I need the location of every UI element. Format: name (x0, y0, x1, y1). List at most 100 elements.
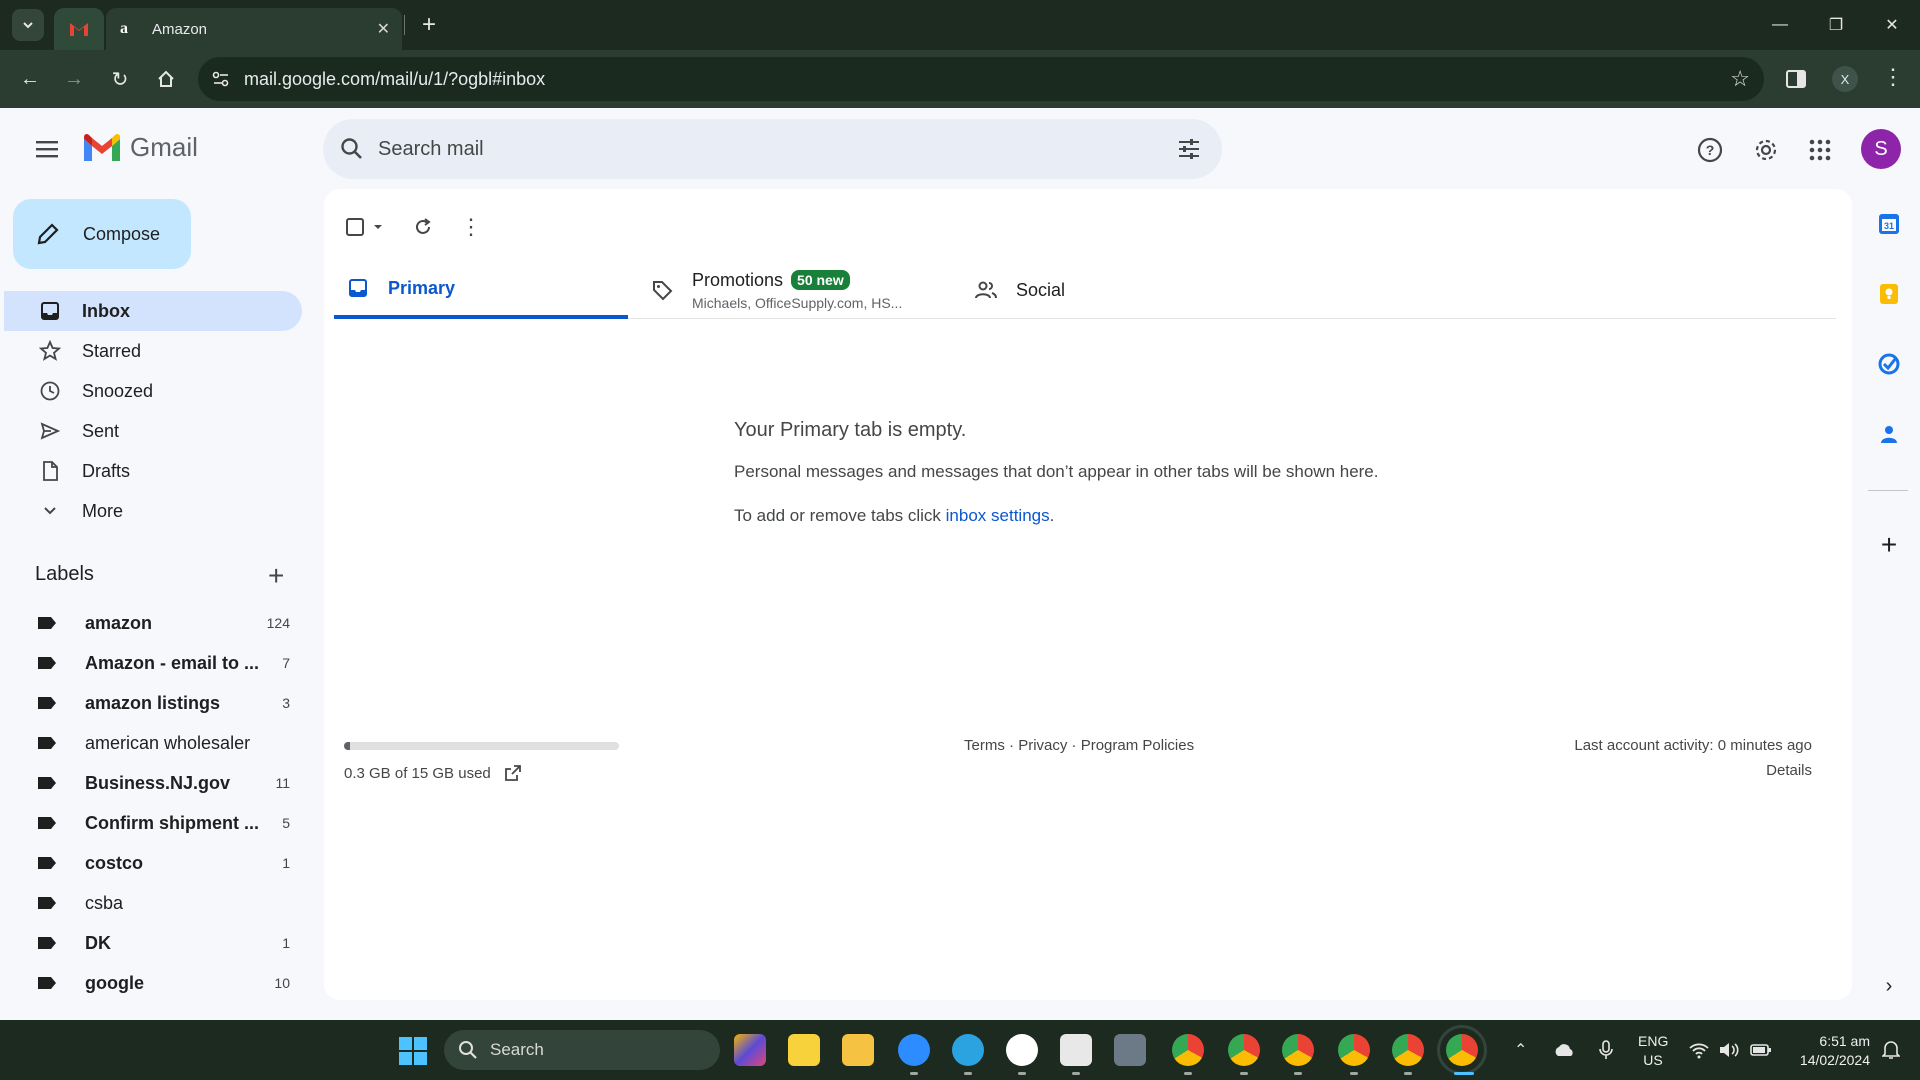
search-options-icon[interactable] (1176, 136, 1202, 162)
label-item[interactable]: Confirm shipment ... 5 (36, 805, 290, 841)
chevron-down-icon (23, 22, 33, 29)
inbox-icon (38, 299, 62, 323)
account-avatar[interactable]: S (1861, 129, 1901, 169)
volume-icon[interactable] (1718, 1020, 1740, 1080)
open-external-icon[interactable] (503, 763, 523, 783)
gmail-logo[interactable]: Gmail (82, 132, 198, 163)
chrome-app-icon[interactable] (1282, 1034, 1314, 1066)
close-tab-icon[interactable]: ✕ (377, 19, 390, 39)
label-item[interactable]: costco 1 (36, 845, 290, 881)
select-checkbox[interactable] (344, 216, 366, 238)
search-bar[interactable]: Search mail (323, 119, 1222, 179)
taskbar-search[interactable]: Search (444, 1030, 720, 1070)
storage-meter (344, 742, 619, 750)
tab-search-button[interactable] (12, 9, 44, 41)
program-policies-link[interactable]: Program Policies (1081, 737, 1194, 754)
search-icon[interactable] (339, 136, 365, 162)
language-indicator[interactable]: ENG US (1638, 1032, 1668, 1070)
site-settings-icon[interactable] (210, 68, 232, 90)
back-button[interactable]: ← (14, 63, 46, 95)
bookmark-star-icon[interactable]: ☆ (1730, 66, 1750, 92)
show-hidden-icons[interactable]: ⌃ (1514, 1020, 1527, 1080)
refresh-icon[interactable] (412, 216, 434, 238)
sidebar-item-starred[interactable]: Starred (4, 331, 302, 371)
main-menu-icon[interactable] (32, 134, 62, 164)
terms-link[interactable]: Terms (964, 737, 1005, 754)
inbox-settings-link[interactable]: inbox settings (946, 506, 1050, 525)
sidebar-item-inbox[interactable]: Inbox (4, 291, 302, 331)
keep-app-button[interactable] (1875, 280, 1903, 308)
tasks-app-button[interactable] (1875, 350, 1903, 378)
label-name: Business.NJ.gov (85, 772, 231, 793)
sidebar-item-drafts[interactable]: Drafts (4, 451, 302, 491)
label-item[interactable]: amazon listings 3 (36, 685, 290, 721)
chrome-app-icon[interactable] (1172, 1034, 1204, 1066)
label-item[interactable]: google 10 (36, 965, 290, 1001)
onedrive-icon[interactable] (1552, 1020, 1576, 1080)
reload-button[interactable]: ↻ (104, 63, 136, 95)
sticky-notes-app-icon[interactable] (788, 1034, 820, 1066)
label-unread-count: 3 (282, 695, 290, 711)
label-item[interactable]: american wholesaler (36, 725, 290, 761)
category-tabs: Primary Promotions 50 new Michaels, Offi… (334, 261, 1836, 319)
tab-social[interactable]: Social (974, 261, 1174, 319)
label-item[interactable]: Business.NJ.gov 11 (36, 765, 290, 801)
more-actions-icon[interactable]: ⋮ (460, 214, 482, 240)
wifi-icon[interactable] (1688, 1020, 1710, 1080)
create-label-button[interactable]: + (268, 560, 284, 592)
compose-button[interactable]: Compose (13, 199, 191, 269)
chrome-app-icon-active[interactable] (1437, 1025, 1487, 1075)
google-apps-button[interactable] (1804, 134, 1836, 166)
restore-button[interactable]: ❐ (1814, 8, 1858, 42)
get-addons-button[interactable]: + (1875, 529, 1903, 560)
browser-profile-avatar[interactable]: X (1832, 66, 1858, 92)
windows-start-icon[interactable] (398, 1036, 428, 1066)
privacy-link[interactable]: Privacy (1018, 737, 1067, 754)
copilot-app-icon[interactable] (734, 1034, 766, 1066)
running-indicator (1404, 1072, 1412, 1075)
microphone-icon[interactable] (1598, 1020, 1614, 1080)
tab-primary[interactable]: Primary (334, 261, 628, 319)
slack-app-icon[interactable] (1006, 1034, 1038, 1066)
chrome-app-icon[interactable] (1228, 1034, 1260, 1066)
close-window-button[interactable]: ✕ (1870, 8, 1914, 42)
settings-button[interactable] (1750, 134, 1782, 166)
contacts-app-button[interactable] (1875, 420, 1903, 448)
sidebar-item-more[interactable]: More (4, 491, 302, 531)
label-item[interactable]: Amazon - email to ... 7 (36, 645, 290, 681)
snipping-tool-app-icon[interactable] (1060, 1034, 1092, 1066)
tab-amazon[interactable]: a Amazon ✕ (106, 8, 402, 50)
label-item[interactable]: amazon 124 (36, 605, 290, 641)
url-text: mail.google.com/mail/u/1/?ogbl#inbox (244, 69, 546, 89)
details-link[interactable]: Details (1574, 762, 1812, 779)
new-tab-button[interactable]: + (414, 10, 444, 40)
label-item[interactable]: csba (36, 885, 290, 921)
minimize-button[interactable]: — (1758, 8, 1802, 42)
tab-gmail[interactable] (54, 8, 104, 50)
search-input[interactable]: Search mail (378, 138, 484, 161)
battery-icon[interactable] (1750, 1020, 1772, 1080)
chrome-app-icon[interactable] (1392, 1034, 1424, 1066)
contacts-icon (1881, 426, 1897, 443)
system-clock[interactable]: 6:51 am 14/02/2024 (1790, 1032, 1870, 1070)
show-side-panel-chevron-icon[interactable]: › (1875, 972, 1903, 1000)
chrome-app-icon[interactable] (1338, 1034, 1370, 1066)
notification-bell-icon[interactable] (1882, 1020, 1900, 1080)
browser-menu-icon[interactable]: ⋮ (1882, 64, 1904, 90)
calendar-app-button[interactable]: 31 (1875, 210, 1903, 238)
support-button[interactable]: ? (1694, 134, 1726, 166)
label-tag-icon (38, 937, 56, 949)
label-item[interactable]: DK 1 (36, 925, 290, 961)
select-dropdown-icon[interactable] (370, 219, 386, 235)
sidebar-item-sent[interactable]: Sent (4, 411, 302, 451)
tab-promotions[interactable]: Promotions 50 new Michaels, OfficeSupply… (650, 261, 950, 319)
home-button[interactable] (150, 63, 182, 95)
side-panel-icon[interactable] (1782, 65, 1810, 93)
calculator-app-icon[interactable] (1114, 1034, 1146, 1066)
file-explorer-app-icon[interactable] (842, 1034, 874, 1066)
forward-button[interactable]: → (58, 63, 90, 95)
sidebar-item-snoozed[interactable]: Snoozed (4, 371, 302, 411)
telegram-app-icon[interactable] (952, 1034, 984, 1066)
address-bar[interactable]: mail.google.com/mail/u/1/?ogbl#inbox ☆ (198, 57, 1764, 101)
zoom-app-icon[interactable] (898, 1034, 930, 1066)
